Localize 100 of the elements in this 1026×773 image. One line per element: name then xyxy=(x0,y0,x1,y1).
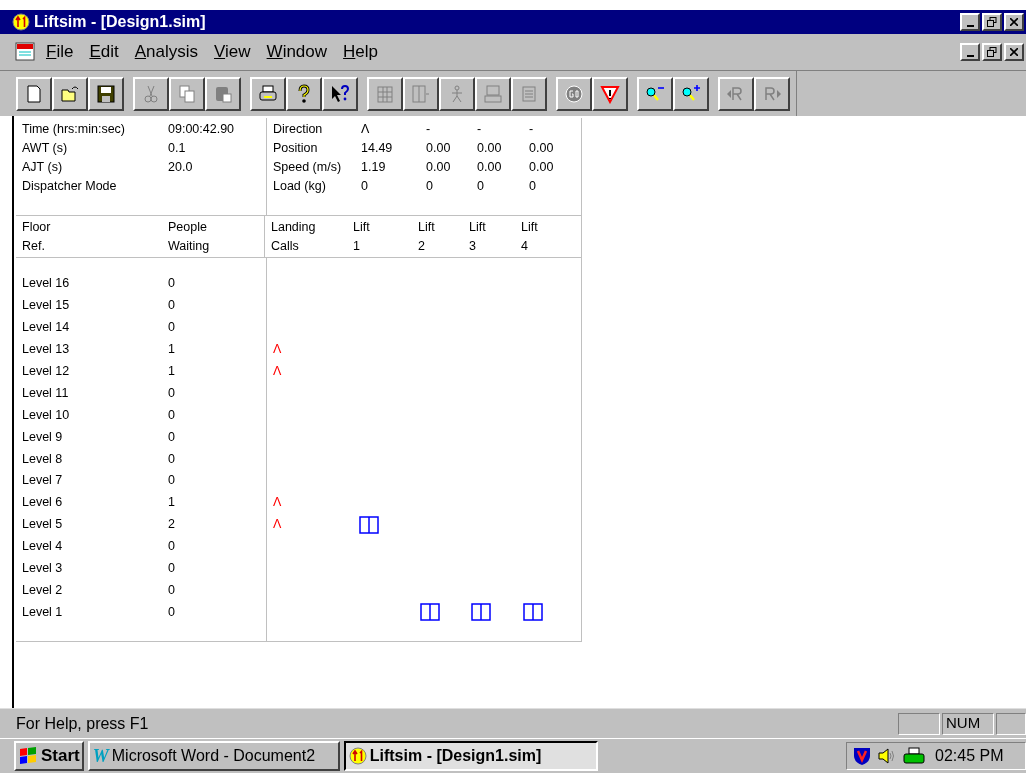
column-header: Lift xyxy=(469,219,487,236)
stat-value: 0 xyxy=(477,178,485,195)
grid-icon xyxy=(375,83,395,104)
app-icon xyxy=(348,747,367,765)
printer-icon xyxy=(258,83,278,104)
column-header: 3 xyxy=(469,238,477,255)
floor-name: Level 7 xyxy=(22,472,64,490)
stat-value: Λ xyxy=(361,121,371,138)
app-icon xyxy=(12,13,30,31)
waiting-count: 0 xyxy=(168,275,176,293)
menu-item[interactable]: Edit xyxy=(83,39,125,65)
stat-value: 0 xyxy=(426,178,434,195)
floor-name: Level 5 xyxy=(22,516,64,534)
waiting-count: 0 xyxy=(168,603,176,621)
close-icon xyxy=(1010,18,1018,26)
stat-value: 0.00 xyxy=(477,140,503,157)
window-restore-button[interactable] xyxy=(982,13,1002,31)
waiting-count: 0 xyxy=(168,581,176,599)
waiting-count: 0 xyxy=(168,319,176,337)
stat-value: 0.00 xyxy=(529,159,555,176)
zoom-out-button[interactable] xyxy=(637,76,673,111)
menu-item[interactable]: Window xyxy=(260,39,334,65)
menu-item[interactable]: View xyxy=(208,39,257,65)
status-panel xyxy=(898,712,940,735)
floor-name: Level 14 xyxy=(22,319,71,337)
stat-label: Speed (m/s) xyxy=(273,159,343,176)
form-icon xyxy=(519,83,539,104)
shield-icon xyxy=(853,746,871,766)
waiting-count: 1 xyxy=(168,341,176,359)
stat-label: Load (kg) xyxy=(273,178,327,195)
stat-value: 1.19 xyxy=(361,159,387,176)
floor-name: Level 2 xyxy=(22,581,64,599)
help-button[interactable] xyxy=(286,76,322,111)
menu-item[interactable]: Analysis xyxy=(128,39,205,65)
computer-icon xyxy=(483,83,503,104)
page-icon xyxy=(24,83,44,104)
waiting-count: 0 xyxy=(168,406,176,424)
document-minimize-button[interactable] xyxy=(960,43,980,61)
warning-icon xyxy=(600,83,620,104)
stat-value: - xyxy=(529,121,535,138)
column-header: 4 xyxy=(521,238,529,255)
waiting-count: 0 xyxy=(168,450,176,468)
restore-icon xyxy=(987,17,997,27)
menu-item[interactable]: Help xyxy=(337,39,385,65)
document-restore-button[interactable] xyxy=(982,43,1002,61)
landing-call: Λ xyxy=(273,341,283,359)
stat-value: 0.00 xyxy=(426,140,452,157)
start-button[interactable]: Start xyxy=(14,741,84,771)
stat-value: 14.49 xyxy=(361,140,394,157)
new-button[interactable] xyxy=(16,76,52,111)
lift-car-icon xyxy=(523,603,543,622)
window-title: Liftsim - [Design1.sim] xyxy=(34,12,206,32)
waiting-count: 0 xyxy=(168,428,176,446)
zoom-in-button[interactable] xyxy=(673,76,709,111)
window-minimize-button[interactable] xyxy=(960,13,980,31)
print-button[interactable] xyxy=(250,76,286,111)
stat-value: 0 xyxy=(529,178,537,195)
floor-name: Level 1 xyxy=(22,603,64,621)
waiting-count: 0 xyxy=(168,297,176,315)
save-button[interactable] xyxy=(88,76,124,111)
landing-call: Λ xyxy=(273,494,283,512)
waiting-count: 0 xyxy=(168,472,176,490)
floor-name: Level 3 xyxy=(22,560,64,577)
waiting-count: 0 xyxy=(168,560,176,577)
open-button[interactable] xyxy=(52,76,88,111)
window-close-button[interactable] xyxy=(1004,13,1024,31)
menu-item[interactable]: File xyxy=(40,39,80,65)
column-header: Lift xyxy=(418,219,436,236)
clock: 02:45 PM xyxy=(935,746,1004,766)
taskbar-button[interactable]: Liftsim - [Design1.sim] xyxy=(343,741,598,771)
lift-car-icon xyxy=(420,603,440,622)
warning-button[interactable] xyxy=(592,76,628,111)
column-header: Lift xyxy=(353,219,371,236)
taskbar-button[interactable]: W Microsoft Word - Document2 xyxy=(87,741,340,771)
waiting-count: 1 xyxy=(168,363,176,380)
floor-name: Level 4 xyxy=(22,538,64,556)
column-header: Waiting xyxy=(168,238,211,255)
stat-label: Time (hrs:min:sec) xyxy=(22,121,126,138)
column-header: Floor xyxy=(22,219,52,236)
stat-label: Direction xyxy=(273,121,324,138)
stat-label: AJT (s) xyxy=(22,159,64,176)
pointer-question-icon xyxy=(330,83,350,104)
document-close-button[interactable] xyxy=(1004,43,1024,61)
floor-name: Level 11 xyxy=(22,384,70,402)
column-header: Landing xyxy=(271,219,317,236)
floor-name: Level 9 xyxy=(22,428,64,446)
column-header: Calls xyxy=(271,238,300,255)
go-icon xyxy=(564,83,584,104)
column-header: Lift xyxy=(521,219,539,236)
copy-icon xyxy=(177,83,197,104)
context-help-button[interactable] xyxy=(322,76,358,111)
status-text: For Help, press F1 xyxy=(16,713,150,734)
door-icon xyxy=(411,83,431,104)
stat-value: 0.00 xyxy=(477,159,503,176)
stat-label: AWT (s) xyxy=(22,140,69,157)
stat-label: Dispatcher Mode xyxy=(22,178,118,195)
stat-label: Position xyxy=(273,140,319,157)
printer-icon xyxy=(903,747,925,765)
floor-name: Level 8 xyxy=(22,450,64,468)
num-lock-indicator: NUM xyxy=(942,712,994,735)
